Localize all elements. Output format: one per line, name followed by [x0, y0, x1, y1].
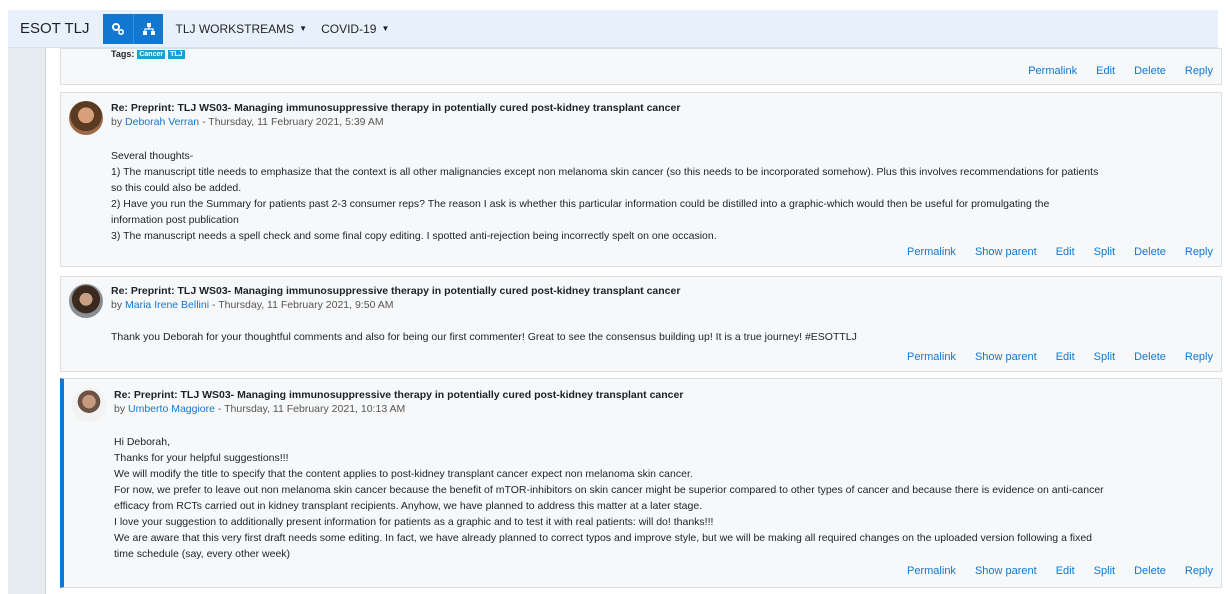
post-actions: Permalink Show parent Edit Split Delete … — [888, 246, 1213, 258]
author-link[interactable]: Umberto Maggiore — [128, 403, 215, 415]
post-line: For now, we prefer to leave out non mela… — [114, 484, 1104, 496]
menu-covid-19[interactable]: COVID-19 ▼ — [321, 22, 389, 36]
post-line: We are aware that this very first draft … — [114, 532, 1093, 544]
post-line: Several thoughts- — [111, 150, 194, 162]
by-label: by — [111, 299, 126, 311]
post-line: I love your suggestion to additionally p… — [114, 516, 714, 528]
tag-tlj[interactable]: TLJ — [168, 49, 185, 59]
post-body: Several thoughts- 1) The manuscript titl… — [111, 148, 1211, 244]
forum-post-highlighted: Re: Preprint: TLJ WS03- Managing immunos… — [60, 378, 1222, 588]
caret-down-icon: ▼ — [299, 24, 308, 33]
by-label: by — [111, 116, 126, 128]
post-body: Thank you Deborah for your thoughtful co… — [111, 329, 1211, 345]
avatar[interactable] — [69, 101, 103, 135]
edit-link[interactable]: Edit — [1096, 65, 1115, 77]
permalink-link[interactable]: Permalink — [907, 565, 956, 577]
by-label: by — [114, 403, 129, 415]
top-navbar: ESOT TLJ TLJ WORKSTREAMS ▼ COVID-19 ▼ — [8, 10, 1218, 48]
show-parent-link[interactable]: Show parent — [975, 246, 1037, 258]
forum-post: Re: Preprint: TLJ WS03- Managing immunos… — [60, 92, 1222, 267]
delete-link[interactable]: Delete — [1134, 65, 1166, 77]
post-actions: Permalink Show parent Edit Split Delete … — [888, 351, 1213, 363]
tags-label: Tags: — [111, 49, 135, 59]
post-actions: Permalink Show parent Edit Split Delete … — [888, 565, 1213, 577]
permalink-link[interactable]: Permalink — [1028, 65, 1077, 77]
post-actions: Permalink Edit Delete Reply — [1009, 65, 1213, 77]
left-drawer-strip — [8, 48, 46, 594]
menu-label: COVID-19 — [321, 21, 377, 36]
reply-link[interactable]: Reply — [1185, 565, 1213, 577]
post-byline: by Umberto Maggiore - Thursday, 11 Febru… — [114, 403, 405, 415]
reply-link[interactable]: Reply — [1185, 65, 1213, 77]
reply-link[interactable]: Reply — [1185, 246, 1213, 258]
post-line: 1) The manuscript title needs to emphasi… — [111, 166, 1099, 178]
site-brand[interactable]: ESOT TLJ — [20, 20, 89, 37]
avatar[interactable] — [72, 388, 106, 422]
author-link[interactable]: Deborah Verran — [125, 116, 199, 128]
show-parent-link[interactable]: Show parent — [975, 565, 1037, 577]
post-line: 3) The manuscript needs a spell check an… — [111, 230, 717, 242]
forum-post: Re: Preprint: TLJ WS03- Managing immunos… — [60, 276, 1222, 372]
sitemap-icon-button[interactable] — [133, 13, 164, 44]
reply-link[interactable]: Reply — [1185, 351, 1213, 363]
show-parent-link[interactable]: Show parent — [975, 351, 1037, 363]
post-line: We will modify the title to specify that… — [114, 468, 693, 480]
sitemap-icon — [142, 22, 155, 35]
menu-tlj-workstreams[interactable]: TLJ WORKSTREAMS ▼ — [175, 22, 307, 36]
avatar[interactable] — [69, 284, 103, 318]
edit-link[interactable]: Edit — [1056, 565, 1075, 577]
post-body: Hi Deborah, Thanks for your helpful sugg… — [114, 434, 1214, 562]
post-line: information post publication — [111, 214, 239, 226]
edit-link[interactable]: Edit — [1056, 351, 1075, 363]
post-byline: by Maria Irene Bellini - Thursday, 11 Fe… — [111, 299, 394, 311]
delete-link[interactable]: Delete — [1134, 246, 1166, 258]
delete-link[interactable]: Delete — [1134, 351, 1166, 363]
edit-link[interactable]: Edit — [1056, 246, 1075, 258]
permalink-link[interactable]: Permalink — [907, 246, 956, 258]
post-date: - Thursday, 11 February 2021, 9:50 AM — [209, 299, 394, 311]
tags-row: Tags: Cancer TLJ — [111, 49, 185, 59]
post-line: efficacy from RCTs carried out in kidney… — [114, 500, 703, 512]
post-date: - Thursday, 11 February 2021, 5:39 AM — [199, 116, 384, 128]
author-link[interactable]: Maria Irene Bellini — [125, 299, 209, 311]
tag-cancer[interactable]: Cancer — [137, 49, 166, 59]
post-line: so this could also be added. — [111, 182, 242, 194]
caret-down-icon: ▼ — [381, 24, 390, 33]
menu-label: TLJ WORKSTREAMS — [175, 21, 295, 36]
post-line: Thanks for your helpful suggestions!!! — [114, 452, 289, 464]
post-line: time schedule (say, every other week) — [114, 548, 291, 560]
post-subject: Re: Preprint: TLJ WS03- Managing immunos… — [114, 389, 684, 401]
split-link[interactable]: Split — [1094, 351, 1115, 363]
split-link[interactable]: Split — [1094, 246, 1115, 258]
post-line: Hi Deborah, — [114, 436, 171, 448]
post-date: - Thursday, 11 February 2021, 10:13 AM — [214, 403, 406, 415]
post-line: Thank you Deborah for your thoughtful co… — [111, 331, 857, 343]
split-link[interactable]: Split — [1094, 565, 1115, 577]
forum-post-partial: Tags: Cancer TLJ Permalink Edit Delete R… — [60, 48, 1222, 85]
post-subject: Re: Preprint: TLJ WS03- Managing immunos… — [111, 285, 681, 297]
settings-icon-button[interactable] — [103, 13, 134, 44]
post-subject: Re: Preprint: TLJ WS03- Managing immunos… — [111, 102, 681, 114]
post-line: 2) Have you run the Summary for patients… — [111, 198, 1050, 210]
gears-icon — [112, 22, 125, 35]
delete-link[interactable]: Delete — [1134, 565, 1166, 577]
permalink-link[interactable]: Permalink — [907, 351, 956, 363]
post-byline: by Deborah Verran - Thursday, 11 Februar… — [111, 116, 384, 128]
